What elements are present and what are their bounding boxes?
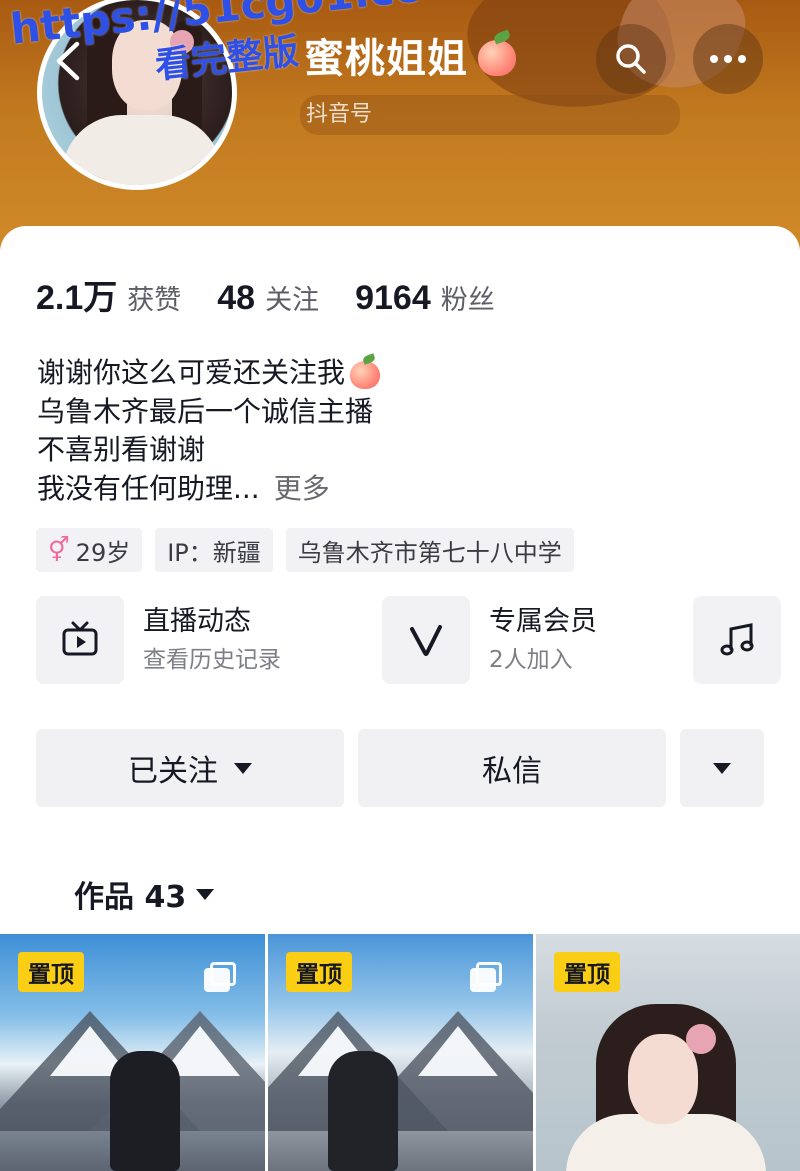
- more-button[interactable]: [693, 24, 763, 94]
- video-thumbnail[interactable]: 置顶: [268, 934, 533, 1171]
- tag-age: ⚥ 29岁: [36, 528, 143, 572]
- music-entry[interactable]: [693, 596, 781, 684]
- profile-card: 2.1万 获赞 48 关注 9164 粉丝 谢谢你这么可爱还关注我 乌鲁木齐最后…: [0, 226, 800, 1171]
- live-history-entry[interactable]: 直播动态 查看历史记录: [36, 596, 281, 684]
- tag-ip-location: IP：新疆: [155, 528, 273, 572]
- bio-line: 谢谢你这么可爱还关注我: [37, 353, 383, 393]
- douyin-id: 抖音号: [306, 102, 373, 127]
- bio-line: 我没有任何助理... 更多: [37, 470, 383, 509]
- action-buttons: 已关注 私信: [36, 729, 764, 807]
- pinned-badge: 置顶: [18, 952, 84, 992]
- works-grid: 置顶 置顶 置顶: [0, 934, 800, 1171]
- bio-line: 不喜别看谢谢: [37, 433, 206, 466]
- pinned-badge: 置顶: [554, 952, 620, 992]
- more-actions-button[interactable]: [680, 729, 764, 807]
- profile-stats: 2.1万 获赞 48 关注 9164 粉丝: [36, 270, 531, 319]
- stat-following[interactable]: 48 关注: [217, 278, 319, 318]
- stat-likes[interactable]: 2.1万 获赞: [36, 270, 181, 319]
- profile-bio[interactable]: 谢谢你这么可爱还关注我 乌鲁木齐最后一个诚信主播 不喜别看谢谢 我没有任何助理.…: [37, 353, 383, 509]
- caret-down-icon: [196, 888, 215, 900]
- more-icon: [710, 55, 746, 63]
- peach-emoji-icon: [347, 353, 383, 391]
- vip-v-icon: [382, 596, 470, 684]
- tag-school[interactable]: 乌鲁木齐市第七十八中学: [285, 528, 574, 572]
- search-icon: [616, 44, 646, 74]
- search-button[interactable]: [596, 24, 666, 94]
- feature-row: 直播动态 查看历史记录 专属会员 2人加入: [36, 596, 800, 684]
- music-note-icon: [693, 596, 781, 684]
- live-tv-icon: [36, 596, 124, 684]
- profile-banner: 蜜桃姐姐 抖音号 https://51cg01.cc 看完整版: [0, 0, 800, 250]
- caret-down-icon: [713, 762, 731, 774]
- pinned-badge: 置顶: [286, 952, 352, 992]
- stat-followers[interactable]: 9164 粉丝: [355, 278, 495, 318]
- bio-line: 乌鲁木齐最后一个诚信主播: [37, 394, 374, 428]
- video-thumbnail[interactable]: 置顶: [0, 934, 265, 1171]
- caret-down-icon: [234, 762, 252, 774]
- peach-emoji-icon: [474, 29, 520, 78]
- female-icon: ⚥: [48, 536, 70, 564]
- followed-button[interactable]: 已关注: [36, 729, 344, 807]
- video-thumbnail[interactable]: 置顶: [536, 934, 800, 1171]
- tab-works[interactable]: 作品 43: [74, 872, 215, 916]
- bio-more-link[interactable]: 更多: [274, 470, 330, 509]
- profile-tags: ⚥ 29岁 IP：新疆 乌鲁木齐市第七十八中学: [36, 528, 587, 572]
- multi-image-icon: [204, 962, 238, 992]
- exclusive-member-entry[interactable]: 专属会员 2人加入: [382, 596, 597, 684]
- message-button[interactable]: 私信: [358, 729, 666, 807]
- multi-image-icon: [470, 962, 504, 992]
